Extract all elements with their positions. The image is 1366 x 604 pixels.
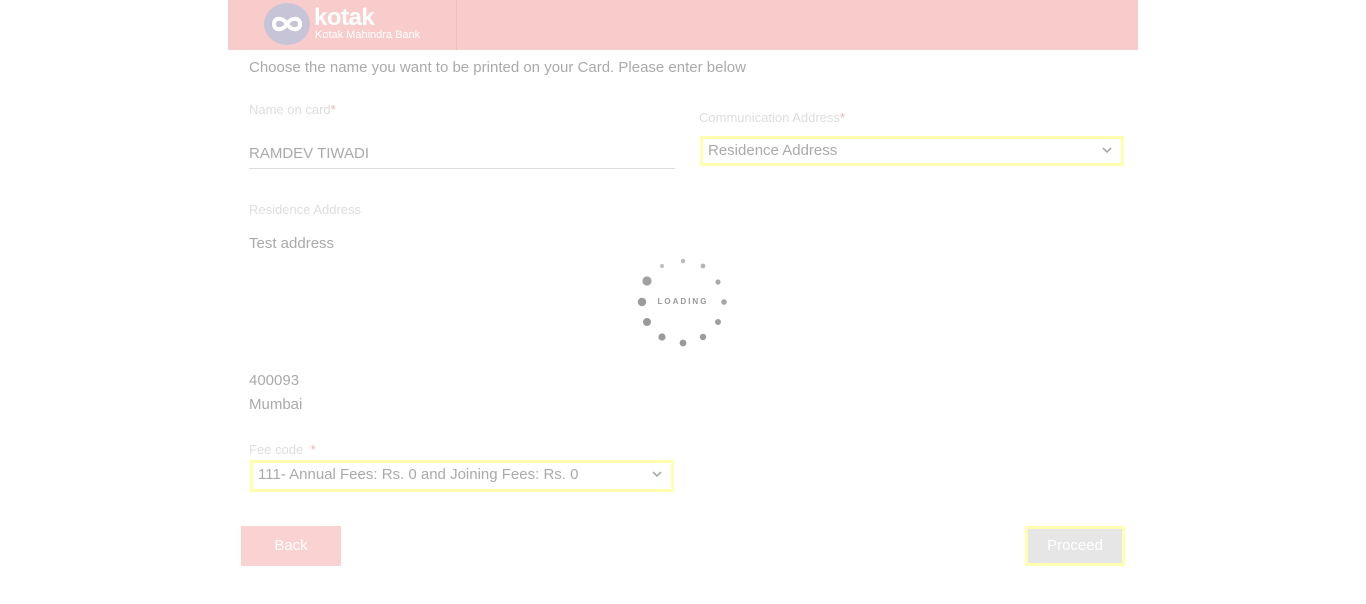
fee-code-value: 111- Annual Fees: Rs. 0 and Joining Fees… [258, 466, 579, 483]
required-mark: * [310, 442, 316, 457]
brand-name: kotak [314, 4, 375, 31]
header-bar: kotak Kotak Mahindra Bank [228, 0, 1138, 50]
name-on-card-label: Name on card* [249, 102, 336, 117]
brand-subtitle: Kotak Mahindra Bank [315, 29, 421, 41]
chevron-down-icon [1102, 147, 1112, 154]
loading-text: LOADING [657, 297, 709, 306]
header-divider [456, 0, 457, 50]
form-instruction: Choose the name you want to be printed o… [249, 59, 746, 76]
chevron-down-icon [652, 471, 662, 478]
name-on-card-field[interactable]: RAMDEV TIWADI [249, 142, 675, 169]
communication-address-value: Residence Address [708, 142, 838, 159]
required-mark: * [330, 102, 336, 117]
loading-spinner: LOADING [633, 252, 733, 352]
residence-address-line1: Test address [249, 235, 335, 252]
fee-code-select[interactable]: 111- Annual Fees: Rs. 0 and Joining Fees… [250, 460, 674, 492]
residence-address-pincode: 400093 [249, 372, 300, 389]
required-mark: * [839, 110, 845, 125]
fee-code-label: Fee code * [249, 442, 316, 457]
communication-address-select[interactable]: Residence Address [700, 136, 1124, 166]
proceed-button[interactable]: Proceed [1025, 526, 1125, 566]
residence-address-label: Residence Address [249, 202, 362, 217]
residence-address-city: Mumbai [249, 396, 303, 413]
communication-address-label: Communication Address* [699, 110, 845, 125]
kotak-logo-icon [264, 3, 310, 45]
back-button[interactable]: Back [241, 526, 341, 566]
